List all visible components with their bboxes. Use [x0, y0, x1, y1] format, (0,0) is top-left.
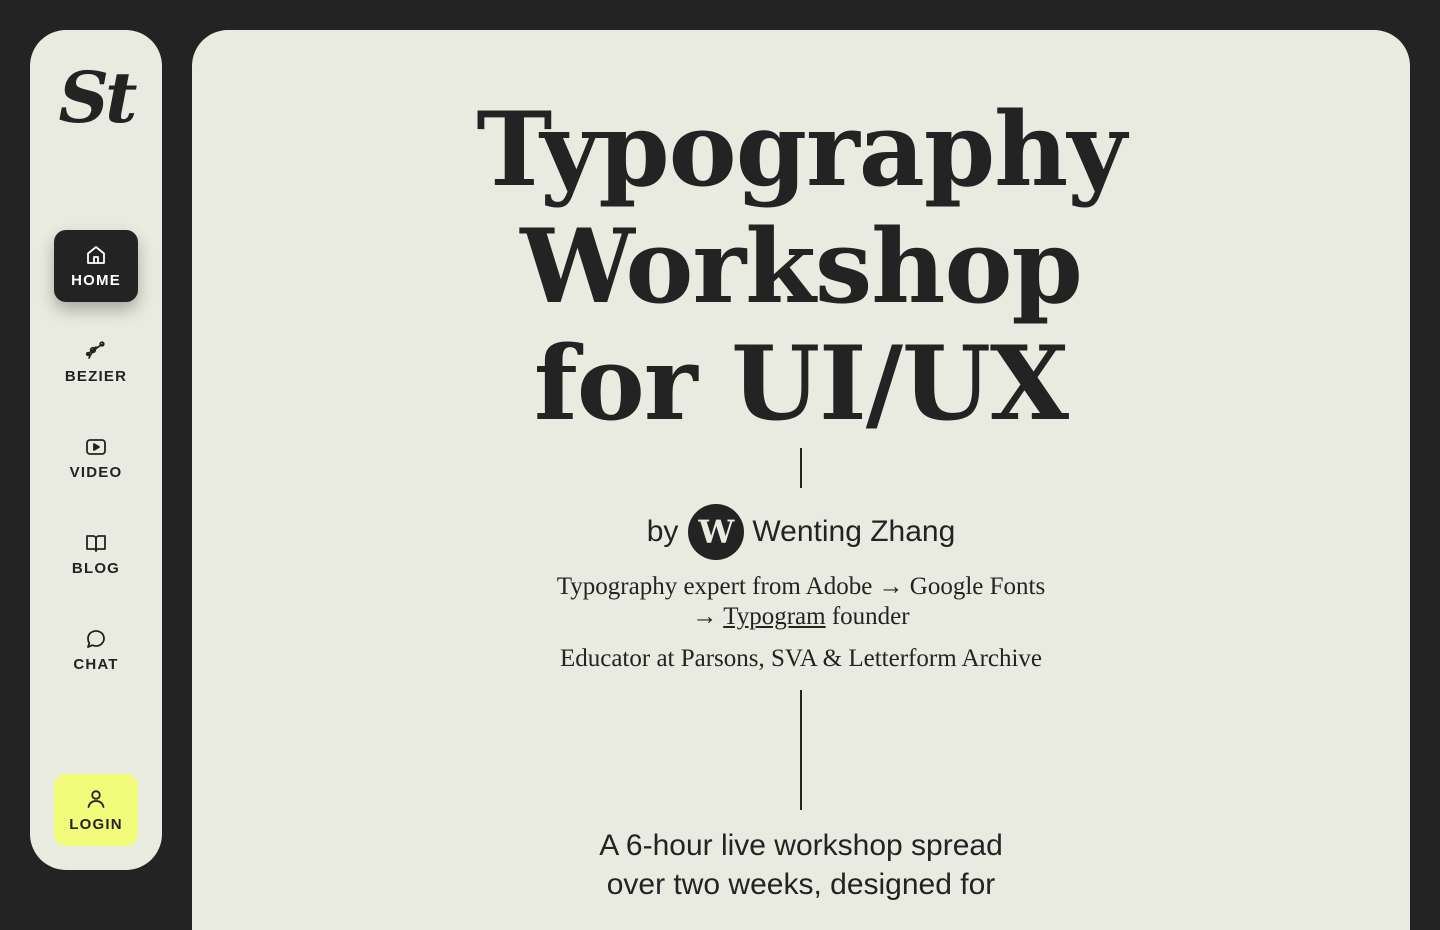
site-logo[interactable]: St	[30, 58, 162, 138]
nav-video-label: VIDEO	[69, 463, 123, 481]
video-icon	[84, 435, 108, 459]
workshop-intro: A 6-hour live workshop spread over two w…	[192, 826, 1410, 904]
bio-prefix: →	[692, 603, 724, 630]
divider-line	[800, 448, 802, 488]
hero-title-line: for UI/UX	[533, 324, 1069, 444]
nav-blog-label: BLOG	[71, 559, 121, 577]
scrollbar-track-lower[interactable]	[162, 470, 192, 900]
bezier-icon	[84, 339, 108, 363]
divider-line	[800, 690, 802, 810]
author-educator: Educator at Parsons, SVA & Letterform Ar…	[559, 645, 1043, 672]
nav-chat-label: CHAT	[73, 655, 119, 673]
author-byline: by W Wenting Zhang	[192, 504, 1410, 560]
login-label: LOGIN	[69, 815, 123, 833]
nav-bezier[interactable]: BEZIER	[54, 326, 138, 398]
scrollbar-track-upper	[162, 30, 192, 430]
author-avatar: W	[688, 504, 745, 560]
book-icon	[84, 531, 108, 555]
hero-title-line: Workshop	[520, 207, 1083, 327]
nav-bezier-label: BEZIER	[64, 367, 128, 385]
bio-suffix: founder	[825, 603, 910, 630]
chat-bubble-icon	[84, 627, 108, 651]
user-icon	[84, 787, 108, 811]
hero-title: Typography Workshop for UI/UX	[192, 92, 1410, 443]
author-bio: Typography expert from Adobe → Google Fo…	[192, 572, 1410, 632]
intro-line: over two weeks, designed for	[606, 868, 996, 901]
hero-title-line: Typography	[476, 90, 1126, 210]
nav-home-label: HOME	[71, 271, 121, 289]
nav-blog[interactable]: BLOG	[54, 518, 138, 590]
author-name: Wenting Zhang	[752, 515, 956, 548]
nav-video[interactable]: VIDEO	[54, 422, 138, 494]
main-panel: Typography Workshop for UI/UX by W Wenti…	[192, 30, 1410, 930]
home-icon	[84, 243, 108, 267]
avatar-letter: W	[698, 513, 735, 551]
login-button[interactable]: LOGIN	[54, 774, 138, 846]
bio-line: Typography expert from Adobe → Google Fo…	[556, 573, 1046, 600]
sidebar: St HOME BEZIER VIDEO BLOG CHAT LOGIN	[30, 30, 162, 870]
nav-chat[interactable]: CHAT	[54, 614, 138, 686]
typogram-link[interactable]: Typogram	[723, 603, 825, 630]
nav-home[interactable]: HOME	[54, 230, 138, 302]
intro-line: A 6-hour live workshop spread	[599, 829, 1003, 862]
byline-prefix: by	[646, 515, 679, 548]
